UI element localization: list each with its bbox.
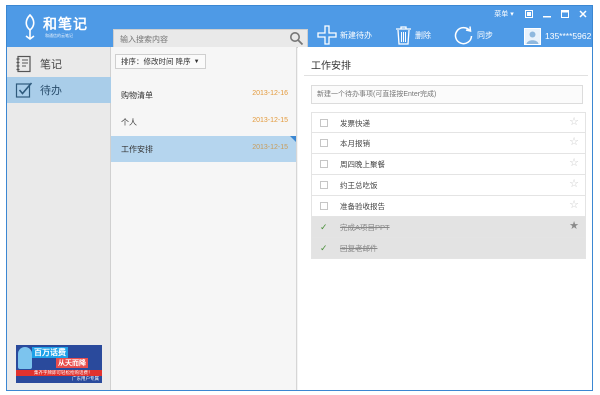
logo-mark-icon <box>25 14 35 40</box>
avatar <box>524 27 541 45</box>
notebook-icon <box>16 55 31 73</box>
list-item[interactable]: 个人 2013-12-15 <box>111 109 296 135</box>
check-icon[interactable]: ✓ <box>320 223 328 232</box>
list-item-name: 个人 <box>121 118 137 127</box>
logo-text: 和笔记 <box>43 17 88 33</box>
todo-text[interactable]: 本月报销 <box>340 138 370 149</box>
search-input[interactable] <box>120 33 280 45</box>
minimize-icon <box>543 15 551 17</box>
top-bar: 和笔记 和通信的云笔记 菜单 ▾ 新建 <box>7 6 592 48</box>
list-item-name: 工作安排 <box>121 145 153 154</box>
star-icon[interactable]: ☆ <box>569 157 579 170</box>
sync-button[interactable]: 同步 <box>454 24 493 46</box>
minimize-button[interactable] <box>540 7 554 20</box>
list-item-date: 2013-12-15 <box>252 144 288 151</box>
ad-banner[interactable]: 百万话费 从天而降 集齐字牌即可轻松抢购话费！ 广东用户专属 <box>16 345 102 383</box>
todo-item-done: ✓ 回复老邮件 <box>311 238 586 259</box>
selected-corner-icon <box>290 136 296 142</box>
close-button[interactable] <box>576 7 590 20</box>
delete-button[interactable]: 删除 <box>395 24 431 46</box>
todo-item: 约王总吃饭 ☆ <box>311 175 586 196</box>
todo-item: 准备验收报告 ☆ <box>311 196 586 217</box>
search-box <box>113 29 308 48</box>
maximize-button[interactable] <box>558 7 572 20</box>
todo-text[interactable]: 发票快递 <box>340 118 370 129</box>
new-todo-label: 新建待办 <box>340 30 372 40</box>
todo-item: 发票快递 ☆ <box>311 112 586 133</box>
todo-text[interactable]: 约王总吃饭 <box>340 180 378 191</box>
todo-list: 发票快递 ☆ 本月报销 ☆ 周四晚上聚餐 ☆ 约王总吃饭 ☆ 准备验收报告 ☆ … <box>311 112 586 259</box>
ad-figure-icon <box>18 347 32 369</box>
list-item-date: 2013-12-15 <box>252 117 288 124</box>
main-menu-button[interactable]: 菜单 ▾ <box>491 7 517 20</box>
skin-icon <box>525 9 533 18</box>
star-filled-icon[interactable]: ★ <box>569 220 579 233</box>
list-item[interactable]: 购物清单 2013-12-16 <box>111 82 296 108</box>
sync-label: 同步 <box>477 30 493 40</box>
todo-checkbox[interactable] <box>320 139 328 147</box>
sync-icon <box>454 26 473 45</box>
star-icon[interactable]: ☆ <box>569 116 579 129</box>
chevron-down-icon: ▼ <box>193 58 200 65</box>
notebook-list: 排序：修改时间 降序 ▼ 购物清单 2013-12-16 个人 2013-12-… <box>111 47 297 390</box>
sidebar-item-notes[interactable]: 笔记 <box>7 51 111 77</box>
todo-text[interactable]: 完成A项目PPT <box>340 222 390 233</box>
check-icon[interactable]: ✓ <box>320 244 328 253</box>
todo-item: 本月报销 ☆ <box>311 133 586 154</box>
ad-title: 百万话费 <box>32 347 68 358</box>
sidebar-item-label: 待办 <box>40 85 62 97</box>
maximize-icon <box>561 9 569 18</box>
todo-panel: 工作安排 发票快递 ☆ 本月报销 ☆ 周四晚上聚餐 ☆ 约王总吃饭 ☆ <box>298 47 592 390</box>
sidebar: 笔记 待办 百万话费 从天而降 集齐字牌即可轻松抢购话费！ 广东用户专属 <box>7 47 111 390</box>
todo-item-done: ✓ 完成A项目PPT ★ <box>311 217 586 238</box>
app-window: 和笔记 和通信的云笔记 菜单 ▾ 新建 <box>6 5 593 391</box>
todo-checkbox[interactable] <box>320 160 328 168</box>
sort-dropdown[interactable]: 排序：修改时间 降序 ▼ <box>115 54 206 69</box>
ad-subtitle: 从天而降 <box>56 358 88 368</box>
close-icon <box>579 9 587 18</box>
list-item-selected[interactable]: 工作安排 2013-12-15 <box>111 136 296 162</box>
user-name: 135****5962 <box>545 31 592 41</box>
plus-icon <box>317 25 337 45</box>
delete-label: 删除 <box>415 30 431 40</box>
skin-button[interactable] <box>523 7 535 20</box>
list-item-name: 购物清单 <box>121 91 153 100</box>
todo-checkbox[interactable] <box>320 119 328 127</box>
trash-icon <box>396 26 411 45</box>
todo-item: 周四晚上聚餐 ☆ <box>311 154 586 175</box>
list-item-date: 2013-12-16 <box>252 90 288 97</box>
todo-text[interactable]: 周四晚上聚餐 <box>340 159 385 170</box>
todo-text[interactable]: 回复老邮件 <box>340 243 378 254</box>
search-icon[interactable] <box>289 31 304 46</box>
sidebar-item-label: 笔记 <box>40 59 62 71</box>
menu-caret-icon: ▾ <box>510 10 514 18</box>
user-icon <box>526 31 539 44</box>
todo-checkbox[interactable] <box>320 202 328 210</box>
sidebar-item-todo[interactable]: 待办 <box>7 77 111 103</box>
divider <box>304 75 588 76</box>
star-icon[interactable]: ☆ <box>569 136 579 149</box>
checklist-icon <box>15 82 33 98</box>
user-account[interactable]: 135****5962 <box>524 26 591 46</box>
logo: 和笔记 和通信的云笔记 <box>21 13 113 43</box>
page-title: 工作安排 <box>311 61 351 72</box>
star-icon[interactable]: ☆ <box>569 178 579 191</box>
sort-label: 排序：修改时间 降序 <box>121 57 191 66</box>
todo-checkbox[interactable] <box>320 181 328 189</box>
todo-text[interactable]: 准备验收报告 <box>340 201 385 212</box>
new-todo-input[interactable] <box>311 85 583 104</box>
ad-footer: 广东用户专属 <box>72 376 99 381</box>
star-icon[interactable]: ☆ <box>569 199 579 212</box>
logo-subtitle: 和通信的云笔记 <box>45 33 73 38</box>
new-todo-button[interactable]: 新建待办 <box>317 24 372 46</box>
menu-label: 菜单 <box>494 10 509 18</box>
